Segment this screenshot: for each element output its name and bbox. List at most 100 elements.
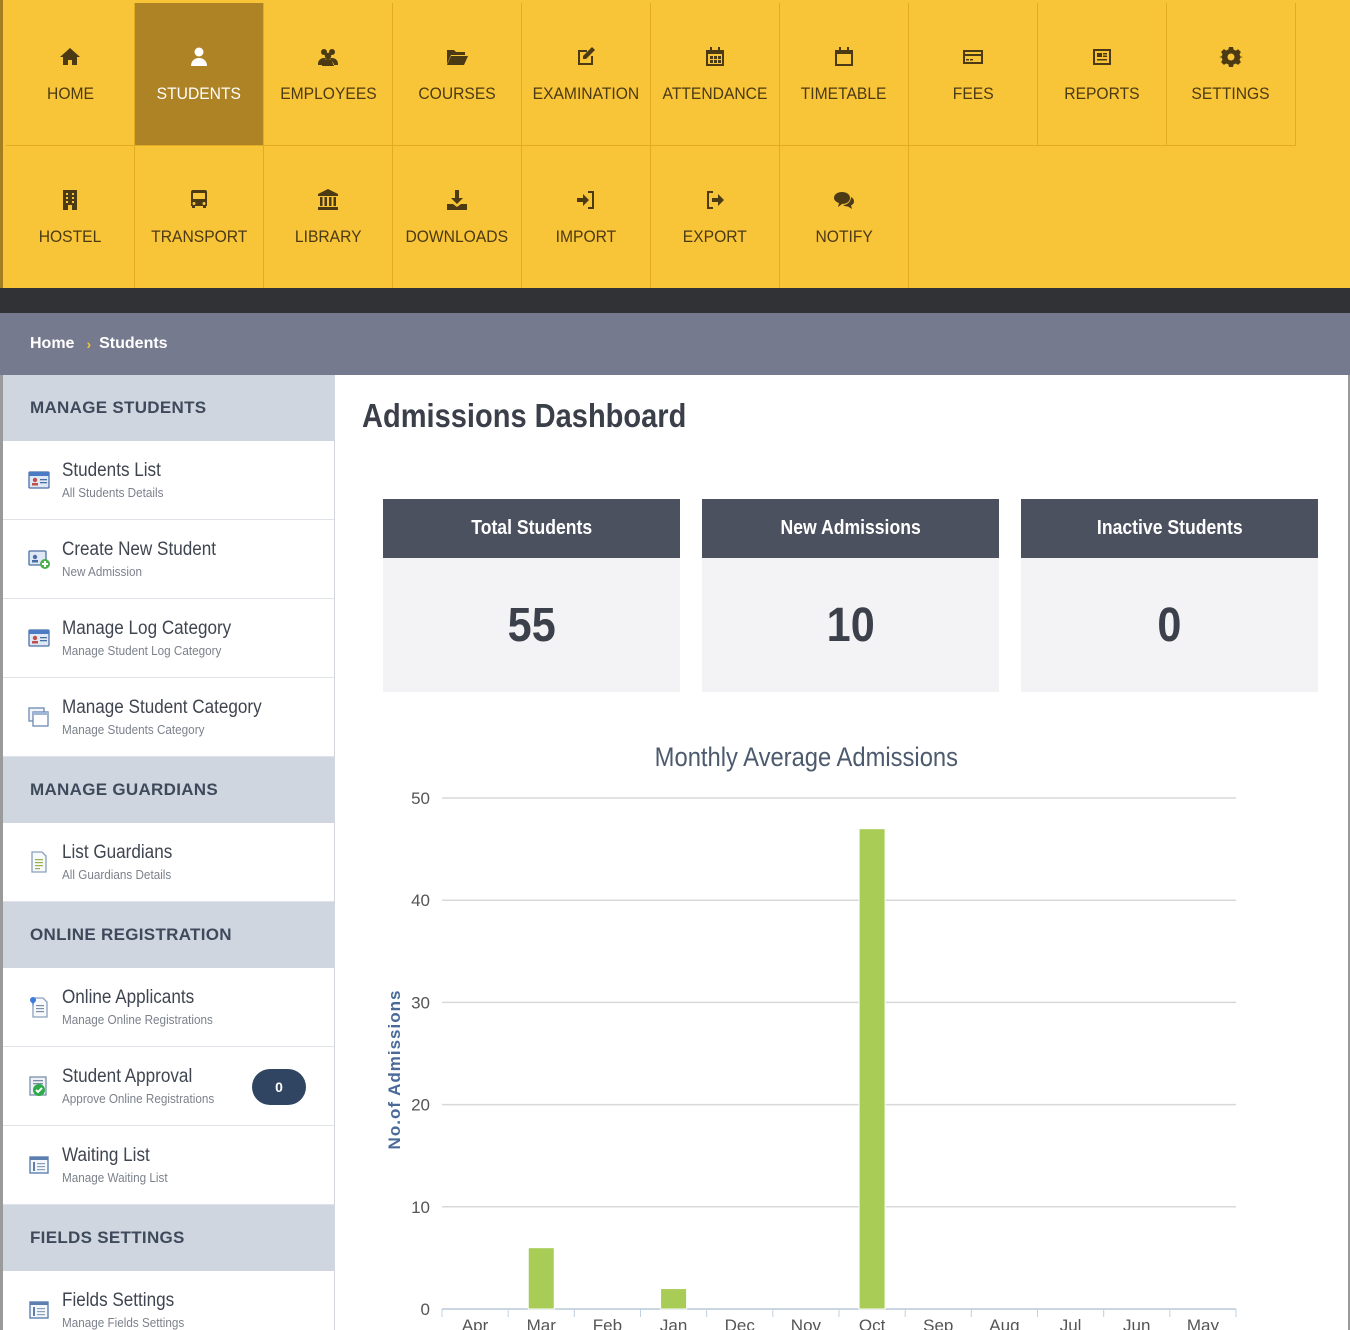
nav-item-label: FEES <box>952 84 994 103</box>
sidebar-item-subtitle: Manage Student Log Category <box>62 643 222 658</box>
document-icon <box>27 850 51 874</box>
bar-oct <box>858 828 886 1310</box>
nav-item-label: EXAMINATION <box>532 84 640 103</box>
x-tick-label: Oct <box>859 1316 886 1330</box>
breadcrumb-current: Students <box>99 335 168 352</box>
download-icon <box>444 187 470 213</box>
nav-item-label: HOSTEL <box>38 227 102 246</box>
sidebar-item-students-list[interactable]: Students List All Students Details <box>3 441 334 520</box>
windows-icon <box>27 705 51 729</box>
y-tick-label: 40 <box>411 891 430 910</box>
bar-mar <box>527 1247 555 1310</box>
nav-item-settings[interactable]: SETTINGS <box>1167 3 1296 146</box>
sidebar-item-create-new-student[interactable]: Create New Student New Admission <box>3 520 334 599</box>
nav-item-attendance[interactable]: ATTENDANCE <box>651 3 780 146</box>
sidebar-item-student-approval[interactable]: Student Approval Approve Online Registrat… <box>3 1047 334 1126</box>
nav-item-import[interactable]: IMPORT <box>522 146 651 289</box>
folder-open-icon <box>444 44 470 70</box>
sidebar-item-manage-log-category[interactable]: Manage Log Category Manage Student Log Ca… <box>3 599 334 678</box>
sidebar-item-manage-student-category[interactable]: Manage Student Category Manage Students C… <box>3 678 334 757</box>
sidebar-section-header: ONLINE REGISTRATION <box>3 902 334 968</box>
breadcrumb: Home › Students <box>0 313 1350 375</box>
sidebar-item-subtitle: New Admission <box>62 564 142 579</box>
nav-item-courses[interactable]: COURSES <box>393 3 522 146</box>
main-content: Admissions Dashboard Total Students 55 N… <box>336 375 1350 1330</box>
nav-item-home[interactable]: HOME <box>6 3 135 146</box>
id-card-icon <box>27 468 51 492</box>
calendar-icon <box>831 44 857 70</box>
nav-item-fees[interactable]: FEES <box>909 3 1038 146</box>
nav-item-label: DOWNLOADS <box>405 227 509 246</box>
main-nav-row-1: HOME STUDENTS EMPLOYEES COURSES EXAMINATION A… <box>6 3 1296 146</box>
nav-item-export[interactable]: EXPORT <box>651 146 780 289</box>
id-card-icon <box>27 626 51 650</box>
sidebar-item-list-guardians[interactable]: List Guardians All Guardians Details <box>3 823 334 902</box>
sidebar-section-header: MANAGE GUARDIANS <box>3 757 334 823</box>
add-user-card-icon <box>27 547 51 571</box>
users-icon <box>315 44 341 70</box>
nav-item-reports[interactable]: REPORTS <box>1038 3 1167 146</box>
nav-item-hostel[interactable]: HOSTEL <box>6 146 135 289</box>
sidebar: MANAGE STUDENTS Students List All Students… <box>0 375 335 1330</box>
x-tick-label: Sep <box>923 1316 953 1330</box>
credit-card-icon <box>960 44 986 70</box>
comments-icon <box>831 187 857 213</box>
x-tick-label: Aug <box>989 1316 1019 1330</box>
nav-item-downloads[interactable]: DOWNLOADS <box>393 146 522 289</box>
sidebar-item-subtitle: Approve Online Registrations <box>62 1091 215 1106</box>
nav-item-label: EMPLOYEES <box>279 84 377 103</box>
nav-item-notify[interactable]: NOTIFY <box>780 146 909 289</box>
x-tick-label: Jul <box>1060 1316 1082 1330</box>
sidebar-item-title: Online Applicants <box>62 987 195 1008</box>
nav-item-label: EXPORT <box>682 227 748 246</box>
stat-label: New Admissions <box>780 517 921 539</box>
sidebar-item-title: List Guardians <box>62 842 173 863</box>
list-window-icon <box>27 1153 51 1177</box>
nav-item-label: ATTENDANCE <box>662 84 768 103</box>
sidebar-item-title: Waiting List <box>62 1145 150 1166</box>
sidebar-item-title: Manage Student Category <box>62 697 262 718</box>
admissions-bar-chart: 0 10 20 30 40 50 Apr Mar Feb Jan Dec Nov Oct Sep Aug Ju… <box>385 789 1237 1330</box>
breadcrumb-home-link[interactable]: Home <box>30 335 74 353</box>
sidebar-item-fields-settings[interactable]: Fields Settings Manage Fields Settings <box>3 1271 334 1330</box>
sign-in-icon <box>573 187 599 213</box>
breadcrumb-separator: › <box>86 336 92 352</box>
document-pin-icon <box>27 995 51 1019</box>
newspaper-icon <box>1089 44 1115 70</box>
sidebar-section-header: FIELDS SETTINGS <box>3 1205 334 1271</box>
x-tick-label: Jun <box>1123 1316 1150 1330</box>
bar-jan <box>660 1288 688 1310</box>
y-tick-label: 10 <box>411 1198 430 1217</box>
x-tick-label: Nov <box>791 1316 822 1330</box>
nav-item-employees[interactable]: EMPLOYEES <box>264 3 393 146</box>
x-tick-label: Jan <box>660 1316 687 1330</box>
sidebar-item-subtitle: All Guardians Details <box>62 867 172 882</box>
sidebar-item-subtitle: Manage Fields Settings <box>62 1315 185 1330</box>
nav-item-examination[interactable]: EXAMINATION <box>522 3 651 146</box>
sidebar-item-subtitle: Manage Waiting List <box>62 1170 168 1185</box>
x-tick-label: Mar <box>527 1316 557 1330</box>
nav-item-label: STUDENTS <box>156 84 242 103</box>
nav-item-students[interactable]: STUDENTS <box>135 3 264 146</box>
x-tick-label: Feb <box>593 1316 622 1330</box>
list-window-icon <box>27 1298 51 1322</box>
stat-label: Total Students <box>471 517 592 539</box>
calendar-grid-icon <box>702 44 728 70</box>
stat-value: 0 <box>1157 598 1182 652</box>
y-tick-label: 50 <box>411 789 430 808</box>
nav-item-transport[interactable]: TRANSPORT <box>135 146 264 289</box>
sidebar-item-online-applicants[interactable]: Online Applicants Manage Online Registrat… <box>3 968 334 1047</box>
sidebar-item-waiting-list[interactable]: Waiting List Manage Waiting List <box>3 1126 334 1205</box>
nav-item-library[interactable]: LIBRARY <box>264 146 393 289</box>
sidebar-section-header: MANAGE STUDENTS <box>3 375 334 441</box>
sidebar-item-title: Manage Log Category <box>62 618 232 639</box>
nav-item-timetable[interactable]: TIMETABLE <box>780 3 909 146</box>
nav-item-label: TIMETABLE <box>801 84 887 103</box>
nav-item-label: SETTINGS <box>1191 84 1271 103</box>
sidebar-item-subtitle: Manage Online Registrations <box>62 1012 213 1027</box>
user-icon <box>186 44 212 70</box>
sidebar-item-subtitle: All Students Details <box>62 485 164 500</box>
y-tick-label: 30 <box>411 993 430 1012</box>
sign-out-icon <box>702 187 728 213</box>
page-title: Admissions Dashboard <box>362 397 687 434</box>
